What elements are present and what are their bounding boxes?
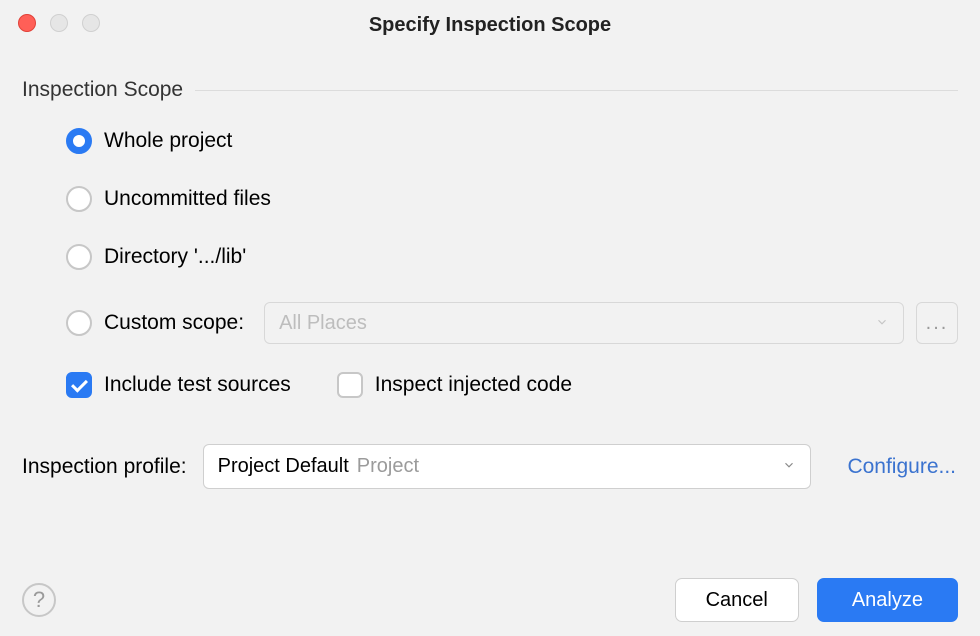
group-divider bbox=[195, 90, 958, 91]
custom-scope-browse-button[interactable]: ... bbox=[916, 302, 958, 344]
profile-value: Project Default bbox=[218, 455, 349, 478]
label-whole-project: Whole project bbox=[104, 129, 232, 153]
label-custom-scope: Custom scope: bbox=[104, 311, 244, 335]
chevron-down-icon bbox=[875, 312, 889, 335]
inspection-profile-label: Inspection profile: bbox=[22, 455, 187, 479]
window-controls bbox=[18, 14, 100, 32]
ellipsis-icon: ... bbox=[926, 312, 949, 335]
titlebar: Specify Inspection Scope bbox=[0, 0, 980, 50]
option-whole-project[interactable]: Whole project bbox=[66, 128, 958, 154]
checkbox-include-tests[interactable] bbox=[66, 372, 92, 398]
minimize-window-button[interactable] bbox=[50, 14, 68, 32]
radio-custom-scope[interactable] bbox=[66, 310, 92, 336]
help-button[interactable]: ? bbox=[22, 583, 56, 617]
profile-hint: Project bbox=[357, 455, 419, 478]
inspection-scope-group: Inspection Scope bbox=[22, 78, 958, 102]
label-uncommitted: Uncommitted files bbox=[104, 187, 271, 211]
analyze-button[interactable]: Analyze bbox=[817, 578, 958, 622]
radio-whole-project[interactable] bbox=[66, 128, 92, 154]
checkbox-inspect-injected[interactable] bbox=[337, 372, 363, 398]
group-label: Inspection Scope bbox=[22, 78, 183, 102]
dialog-title: Specify Inspection Scope bbox=[0, 14, 980, 37]
inspection-profile-select[interactable]: Project Default Project bbox=[203, 444, 812, 489]
label-directory: Directory '.../lib' bbox=[104, 245, 246, 269]
radio-uncommitted[interactable] bbox=[66, 186, 92, 212]
close-window-button[interactable] bbox=[18, 14, 36, 32]
option-uncommitted[interactable]: Uncommitted files bbox=[66, 186, 958, 212]
label-include-tests: Include test sources bbox=[104, 373, 291, 397]
chevron-down-icon bbox=[782, 455, 796, 478]
configure-link[interactable]: Configure... bbox=[847, 455, 956, 479]
help-icon: ? bbox=[33, 587, 45, 613]
custom-scope-placeholder: All Places bbox=[279, 312, 367, 335]
custom-scope-select[interactable]: All Places bbox=[264, 302, 904, 344]
zoom-window-button[interactable] bbox=[82, 14, 100, 32]
cancel-button[interactable]: Cancel bbox=[675, 578, 799, 622]
label-inspect-injected: Inspect injected code bbox=[375, 373, 572, 397]
radio-directory[interactable] bbox=[66, 244, 92, 270]
option-directory[interactable]: Directory '.../lib' bbox=[66, 244, 958, 270]
